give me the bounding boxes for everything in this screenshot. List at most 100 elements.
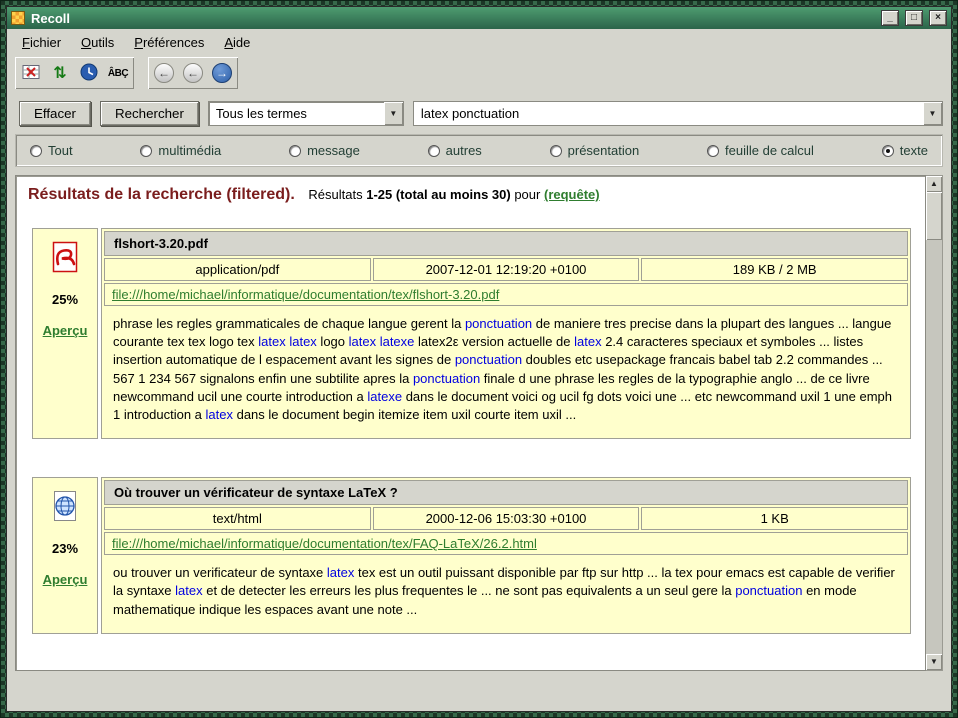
result-side-panel: 25% Aperçu xyxy=(32,228,98,439)
result-size: 1 KB xyxy=(641,507,908,530)
toolbar: ⇅ ÂBÇ ← ← → xyxy=(7,55,951,94)
titlebar[interactable]: Recoll _ □ × xyxy=(7,7,951,29)
category-filter-frame: Tout multimédia message autres présentat… xyxy=(15,134,943,167)
snippet-highlight: ponctuation xyxy=(465,316,532,331)
result-snippet: phrase les regles grammaticales de chaqu… xyxy=(104,308,908,436)
results-scrollbar[interactable]: ▲ ▼ xyxy=(926,175,943,671)
menu-outils[interactable]: Outils xyxy=(72,33,123,52)
results-list: Résultats de la recherche (filtered). Ré… xyxy=(15,175,926,671)
app-icon[interactable] xyxy=(11,11,25,25)
scroll-down-icon[interactable]: ▼ xyxy=(926,654,942,670)
snippet-highlight: latex latexe xyxy=(349,334,415,349)
radio-icon xyxy=(550,145,562,157)
clear-button[interactable]: Effacer xyxy=(19,101,91,126)
next-page-icon: → xyxy=(212,63,232,83)
doc-history-button[interactable] xyxy=(76,60,102,86)
results-header: Résultats de la recherche (filtered). Ré… xyxy=(26,184,915,208)
relevance-percent: 25% xyxy=(52,292,78,307)
snippet-highlight: latex xyxy=(574,334,601,349)
term-explorer-button[interactable]: ÂBÇ xyxy=(105,60,131,86)
clear-search-button[interactable] xyxy=(18,60,44,86)
filter-label: multimédia xyxy=(158,143,221,158)
search-mode-select[interactable]: Tous les termes ▼ xyxy=(208,101,404,126)
snippet-highlight: latex latex xyxy=(258,334,317,349)
radio-icon xyxy=(30,145,42,157)
result-item-1: 25% Aperçu flshort-3.20.pdf application/… xyxy=(32,228,911,439)
scrollbar-track[interactable] xyxy=(926,240,942,654)
result-mime: text/html xyxy=(104,507,371,530)
snippet-text: ou trouver un verificateur de syntaxe xyxy=(113,565,327,580)
radio-icon xyxy=(140,145,152,157)
filter-label: texte xyxy=(900,143,928,158)
chevron-down-icon[interactable]: ▼ xyxy=(384,102,403,125)
filter-radio-autres[interactable]: autres xyxy=(428,143,482,158)
snippet-highlight: latex xyxy=(327,565,354,580)
term-explorer-icon: ÂBÇ xyxy=(108,68,128,79)
radio-icon xyxy=(428,145,440,157)
menu-aide[interactable]: Aide xyxy=(215,33,259,52)
result-meta-row: text/html 2000-12-06 15:03:30 +0100 1 KB xyxy=(104,507,908,530)
result-date: 2000-12-06 15:03:30 +0100 xyxy=(373,507,640,530)
query-combobox: ▼ xyxy=(413,101,943,126)
maximize-button[interactable]: □ xyxy=(905,10,923,26)
close-button[interactable]: × xyxy=(929,10,947,26)
snippet-highlight: latex xyxy=(206,407,233,422)
result-mime: application/pdf xyxy=(104,258,371,281)
snippet-highlight: ponctuation xyxy=(413,371,480,386)
prev-page-button[interactable]: ← xyxy=(180,60,206,86)
scroll-up-icon[interactable]: ▲ xyxy=(926,176,942,192)
result-url-link[interactable]: file:///home/michael/informatique/docume… xyxy=(112,287,499,302)
snippet-text: phrase les regles grammaticales de chaqu… xyxy=(113,316,465,331)
first-page-icon: ← xyxy=(154,63,174,83)
summary-range: 1-25 (total au moins 30) xyxy=(366,187,510,202)
snippet-text: et de detecter les erreurs les plus freq… xyxy=(203,583,736,598)
search-mode-value: Tous les termes xyxy=(209,102,384,125)
query-link[interactable]: (requête) xyxy=(544,187,600,202)
search-controls: Effacer Rechercher Tous les termes ▼ ▼ xyxy=(7,94,951,133)
snippet-text: logo xyxy=(317,334,349,349)
filter-label: présentation xyxy=(568,143,640,158)
minimize-button[interactable]: _ xyxy=(881,10,899,26)
update-index-icon: ⇅ xyxy=(53,63,66,83)
toolbar-group-main: ⇅ ÂBÇ xyxy=(15,57,134,89)
summary-suffix: pour xyxy=(514,187,540,202)
query-history-chevron-icon[interactable]: ▼ xyxy=(923,102,942,125)
scrollbar-thumb[interactable] xyxy=(926,192,942,240)
result-size: 189 KB / 2 MB xyxy=(641,258,908,281)
radio-icon xyxy=(707,145,719,157)
filter-radio-tout[interactable]: Tout xyxy=(30,143,73,158)
result-date: 2007-12-01 12:19:20 +0100 xyxy=(373,258,640,281)
filter-radio-texte[interactable]: texte xyxy=(882,143,928,158)
html-icon xyxy=(50,490,80,525)
filter-radio-multimedia[interactable]: multimédia xyxy=(140,143,221,158)
doc-history-icon xyxy=(80,63,98,84)
update-index-button[interactable]: ⇅ xyxy=(47,60,73,86)
results-area: Résultats de la recherche (filtered). Ré… xyxy=(15,175,943,671)
radio-icon xyxy=(289,145,301,157)
result-snippet: ou trouver un verificateur de syntaxe la… xyxy=(104,557,908,631)
filter-radio-message[interactable]: message xyxy=(289,143,360,158)
results-summary: Résultats 1-25 (total au moins 30) pour … xyxy=(308,187,599,202)
filter-label: message xyxy=(307,143,360,158)
result-item-2: 23% Aperçu Où trouver un vérificateur de… xyxy=(32,477,911,634)
search-input[interactable] xyxy=(414,102,923,125)
filter-radio-presentation[interactable]: présentation xyxy=(550,143,640,158)
search-button[interactable]: Rechercher xyxy=(100,101,199,126)
menu-fichier[interactable]: Fichier xyxy=(13,33,70,52)
first-page-button[interactable]: ← xyxy=(151,60,177,86)
preview-link[interactable]: Aperçu xyxy=(43,572,88,587)
result-url-link[interactable]: file:///home/michael/informatique/docume… xyxy=(112,536,537,551)
filter-radio-feuille-de-calcul[interactable]: feuille de calcul xyxy=(707,143,814,158)
next-page-button[interactable]: → xyxy=(209,60,235,86)
snippet-text: dans le document begin itemize item uxil… xyxy=(233,407,576,422)
preview-link[interactable]: Aperçu xyxy=(43,323,88,338)
result-side-panel: 23% Aperçu xyxy=(32,477,98,634)
recoll-window: Recoll _ □ × Fichier Outils Préférences … xyxy=(6,6,952,712)
status-area xyxy=(7,671,951,711)
result-url-row: file:///home/michael/informatique/docume… xyxy=(104,283,908,306)
menu-preferences[interactable]: Préférences xyxy=(125,33,213,52)
result-detail: Où trouver un vérificateur de syntaxe La… xyxy=(101,477,911,634)
filter-label: autres xyxy=(446,143,482,158)
results-heading: Résultats de la recherche (filtered). xyxy=(28,186,295,203)
prev-page-icon: ← xyxy=(183,63,203,83)
